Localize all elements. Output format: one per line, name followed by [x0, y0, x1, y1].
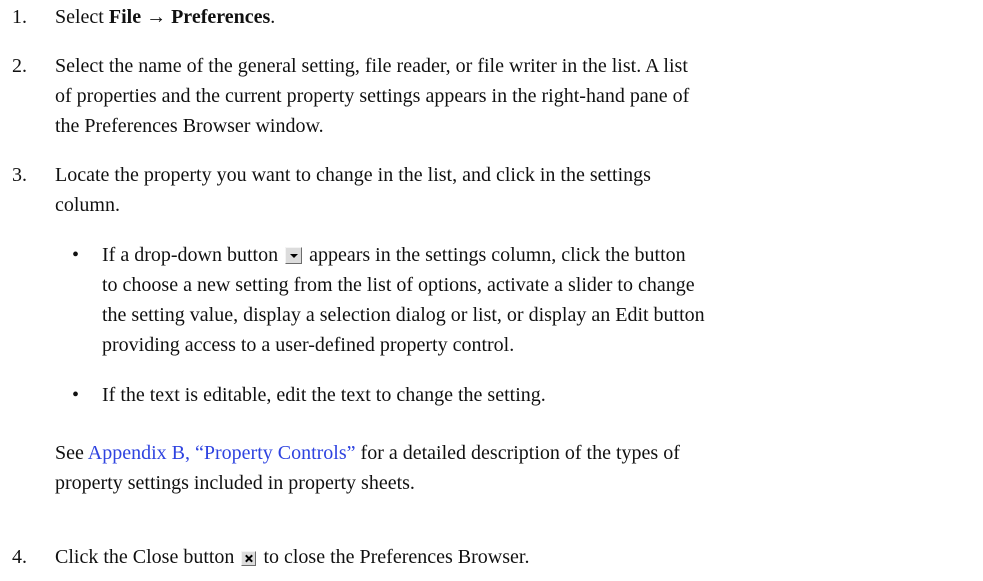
- text-line: Locate the property you want to change i…: [55, 164, 651, 186]
- document-page: 1. Select File → Preferences. 2. Select …: [0, 0, 983, 581]
- close-icon: [241, 551, 257, 566]
- step-number: 1.: [12, 6, 27, 28]
- text-line: column.: [55, 194, 120, 216]
- text-line: If the text is editable, edit the text t…: [102, 384, 546, 406]
- bullet-dot: •: [72, 384, 80, 406]
- menu-arrow: →: [141, 6, 172, 28]
- step-number: 3.: [12, 164, 27, 186]
- dropdown-arrow-icon: [285, 247, 303, 264]
- bullet-dot: •: [72, 244, 80, 266]
- step-text: Locate the property you want to change i…: [55, 160, 970, 220]
- step-1-prefix: Select: [55, 6, 109, 28]
- bullet-text: If a drop-down button appears in the set…: [102, 240, 972, 360]
- step-number: 2.: [12, 55, 27, 77]
- bullet-text: If the text is editable, edit the text t…: [102, 380, 972, 410]
- text-line: the setting value, display a selection d…: [102, 304, 705, 326]
- step-text: Select File → Preferences.: [55, 2, 970, 32]
- step-text: Click the Close button to close the Pref…: [55, 542, 970, 572]
- step-1-suffix: .: [270, 6, 276, 28]
- step-number: 4.: [12, 546, 27, 568]
- text-line: of properties and the current property s…: [55, 85, 690, 107]
- text-line: providing access to a user-defined prope…: [102, 334, 515, 356]
- see-suffix: for a detailed description of the types …: [355, 442, 680, 464]
- menu-preferences-label: Preferences: [171, 6, 271, 28]
- text-line: property settings included in property s…: [55, 472, 415, 494]
- step-text: Select the name of the general setting, …: [55, 51, 970, 141]
- text-line: the Preferences Browser window.: [55, 115, 324, 137]
- step-4-after-icon: to close the Preferences Browser.: [258, 546, 530, 568]
- bullet-text-before-icon: If a drop-down button: [102, 244, 284, 266]
- see-also-paragraph: See Appendix B, “Property Controls” for …: [55, 438, 970, 498]
- text-line: Select the name of the general setting, …: [55, 55, 688, 77]
- appendix-b-link[interactable]: Appendix B, “Property Controls”: [88, 442, 356, 464]
- step-4-before-icon: Click the Close button: [55, 546, 240, 568]
- bullet-text-after-icon: appears in the settings column, click th…: [304, 244, 686, 266]
- see-prefix: See: [55, 442, 88, 464]
- text-line: to choose a new setting from the list of…: [102, 274, 695, 296]
- menu-file-label: File: [108, 6, 142, 28]
